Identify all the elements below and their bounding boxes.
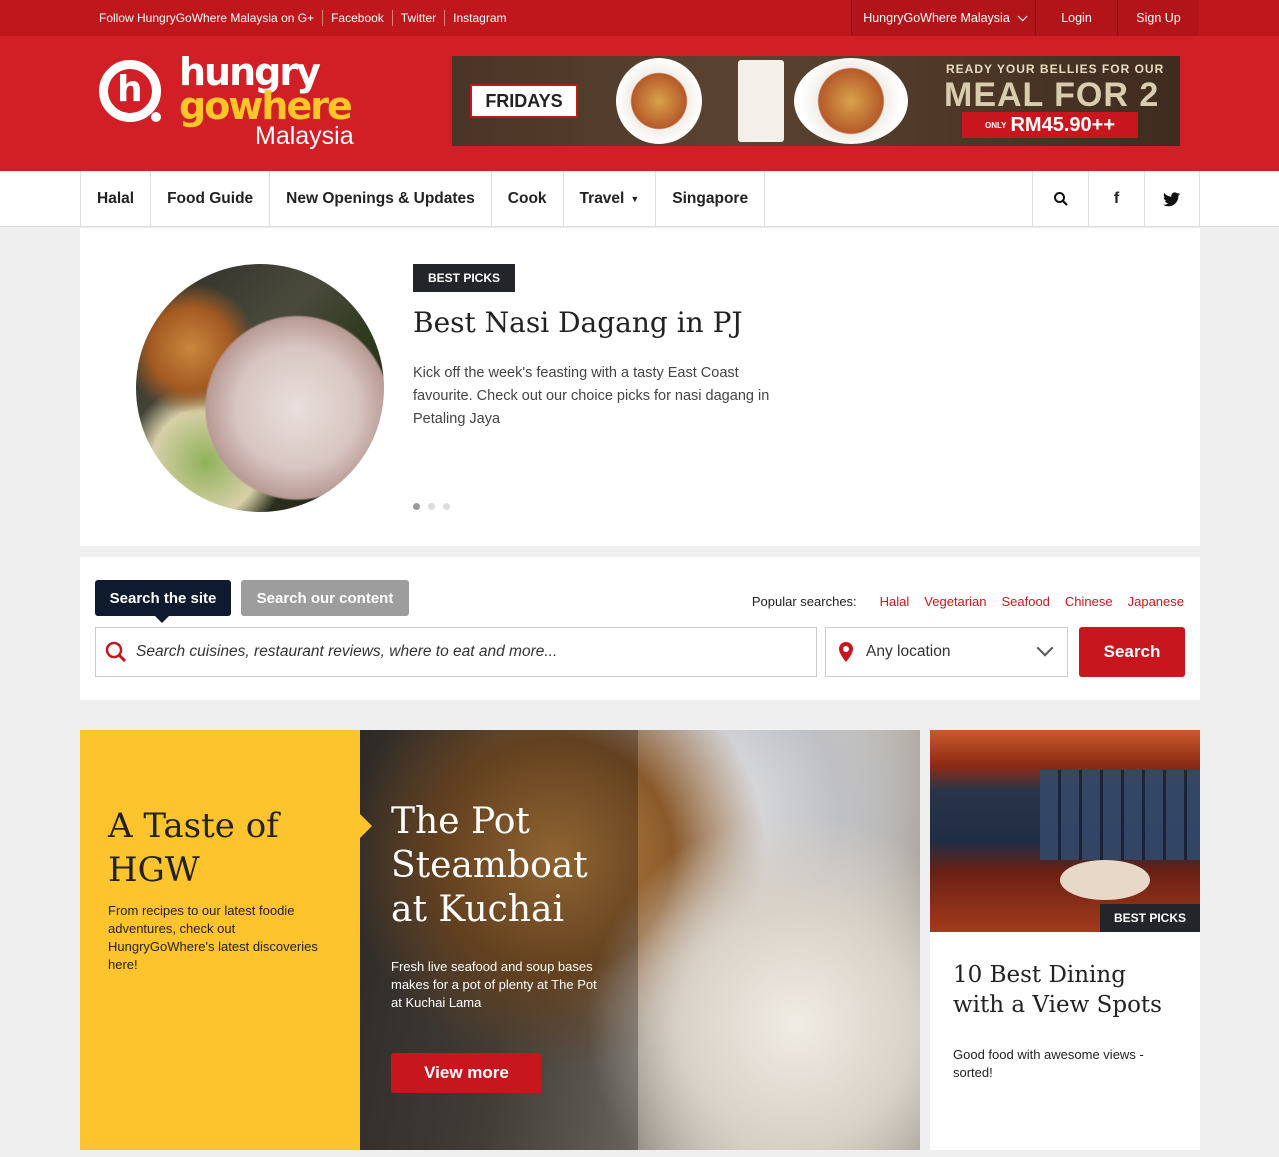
main-nav: Halal Food Guide New Openings & Updates … xyxy=(0,171,1279,227)
hero-food-image[interactable] xyxy=(136,264,384,512)
hero-description: Kick off the week's feasting with a tast… xyxy=(413,365,770,427)
divider xyxy=(391,10,393,26)
intro-card: A Taste of HGW From recipes to our lates… xyxy=(80,730,372,1150)
logo-dot xyxy=(151,112,161,122)
carousel-dots xyxy=(413,503,450,510)
facebook-link[interactable]: Facebook xyxy=(331,11,384,25)
search-button[interactable]: Search xyxy=(1079,627,1185,677)
carousel-dot[interactable] xyxy=(443,503,450,510)
carousel-dot[interactable] xyxy=(428,503,435,510)
nav-item-new-openings[interactable]: New Openings & Updates xyxy=(270,171,492,227)
twitter-link[interactable]: Twitter xyxy=(401,11,436,25)
tab-search-site[interactable]: Search the site xyxy=(95,580,231,623)
hero-carousel: BEST PICKS Best Nasi Dagang in PJ Kick o… xyxy=(80,228,1200,546)
divider xyxy=(322,10,324,26)
location-value: Any location xyxy=(866,643,951,660)
twitter-icon[interactable] xyxy=(1144,171,1200,227)
popular-searches: Popular searches: Halal Vegetarian Seafo… xyxy=(752,594,1184,609)
nav-items: Halal Food Guide New Openings & Updates … xyxy=(80,171,766,227)
nav-item-halal[interactable]: Halal xyxy=(81,171,152,227)
popular-link-seafood[interactable]: Seafood xyxy=(1001,594,1049,609)
location-pin-icon xyxy=(826,642,866,662)
ad-tagline: READY YOUR BELLIES FOR OUR xyxy=(946,62,1165,76)
popular-link-japanese[interactable]: Japanese xyxy=(1128,594,1184,609)
ad-banner[interactable]: FRIDAYS READY YOUR BELLIES FOR OUR MEAL … xyxy=(452,56,1180,146)
top-bar: Follow HungryGoWhere Malaysia on G+ Face… xyxy=(0,0,1279,36)
intro-arrow xyxy=(360,814,372,838)
instagram-link[interactable]: Instagram xyxy=(453,11,506,25)
search-icon[interactable] xyxy=(1032,171,1088,227)
side-story-card[interactable]: BEST PICKS 10 Best Dining with a View Sp… xyxy=(930,730,1200,1150)
gplus-link[interactable]: Follow HungryGoWhere Malaysia on G+ xyxy=(99,11,314,25)
featured-title[interactable]: The Pot Steamboat at Kuchai xyxy=(391,800,611,932)
ad-price-prefix: ONLY xyxy=(984,120,1007,130)
logo-h: h xyxy=(117,69,143,110)
image-windows xyxy=(1040,770,1200,860)
search-box xyxy=(95,627,817,677)
ad-price: ONLY RM45.90++ xyxy=(962,112,1138,138)
ad-brand-logo: FRIDAYS xyxy=(470,84,578,118)
nav-item-travel-label: Travel xyxy=(579,190,625,207)
social-links: Follow HungryGoWhere Malaysia on G+ Face… xyxy=(99,0,507,36)
popular-link-halal[interactable]: Halal xyxy=(880,594,910,609)
ad-headline: MEAL FOR 2 xyxy=(944,76,1160,114)
popular-label: Popular searches: xyxy=(751,594,857,609)
tab-search-site-label: Search the site xyxy=(109,589,217,607)
intro-text: From recipes to our latest foodie advent… xyxy=(108,903,318,972)
location-select[interactable]: Any location xyxy=(825,627,1068,677)
ad-food-plate xyxy=(794,58,908,144)
logo-word-malaysia: Malaysia xyxy=(255,122,354,150)
account-menu: HungryGoWhere Malaysia Login Sign Up xyxy=(851,0,1199,36)
ad-food-board xyxy=(738,60,784,142)
side-story-title[interactable]: 10 Best Dining with a View Spots xyxy=(953,960,1183,1020)
view-more-button[interactable]: View more xyxy=(391,1053,542,1093)
side-story-image[interactable] xyxy=(930,730,1200,932)
image-table xyxy=(1060,860,1150,900)
hero-title[interactable]: Best Nasi Dagang in PJ xyxy=(413,306,743,339)
nav-icons: f xyxy=(1032,171,1200,227)
nav-item-travel[interactable]: Travel ▼ xyxy=(564,171,657,227)
signup-link[interactable]: Sign Up xyxy=(1117,0,1199,36)
region-selector[interactable]: HungryGoWhere Malaysia xyxy=(851,0,1035,36)
intro-title: A Taste of HGW xyxy=(108,806,279,890)
ad-food-plate xyxy=(616,58,702,144)
search-icon xyxy=(96,641,136,663)
chevron-down-icon xyxy=(1017,10,1028,21)
site-header: h hungry gowhere Malaysia FRIDAYS READY … xyxy=(0,36,1279,171)
nav-item-food-guide[interactable]: Food Guide xyxy=(151,171,271,227)
nav-item-singapore[interactable]: Singapore xyxy=(656,171,766,227)
nav-item-cook[interactable]: Cook xyxy=(492,171,564,227)
caret-down-icon: ▼ xyxy=(630,194,640,204)
search-input[interactable] xyxy=(136,643,816,661)
best-picks-badge: BEST PICKS xyxy=(1099,904,1200,932)
ad-price-value: RM45.90++ xyxy=(1010,113,1115,136)
side-story-text: Good food with awesome views - sorted! xyxy=(953,1047,1144,1080)
region-label: HungryGoWhere Malaysia xyxy=(863,11,1010,25)
popular-link-chinese[interactable]: Chinese xyxy=(1065,594,1113,609)
search-panel: Search the site Search our content Popul… xyxy=(80,557,1200,700)
carousel-dot[interactable] xyxy=(413,503,420,510)
best-picks-badge: BEST PICKS xyxy=(413,264,516,292)
site-logo[interactable]: h hungry gowhere Malaysia xyxy=(99,50,379,154)
chevron-down-icon xyxy=(1036,639,1054,657)
tab-pointer xyxy=(155,616,169,623)
divider xyxy=(444,10,446,26)
featured-text: Fresh live seafood and soup bases makes … xyxy=(391,959,597,1010)
popular-link-vegetarian[interactable]: Vegetarian xyxy=(924,594,986,609)
facebook-icon[interactable]: f xyxy=(1088,171,1144,227)
tab-search-content[interactable]: Search our content xyxy=(241,580,409,616)
login-link[interactable]: Login xyxy=(1035,0,1117,36)
featured-story[interactable]: The Pot Steamboat at Kuchai Fresh live s… xyxy=(360,730,920,1150)
